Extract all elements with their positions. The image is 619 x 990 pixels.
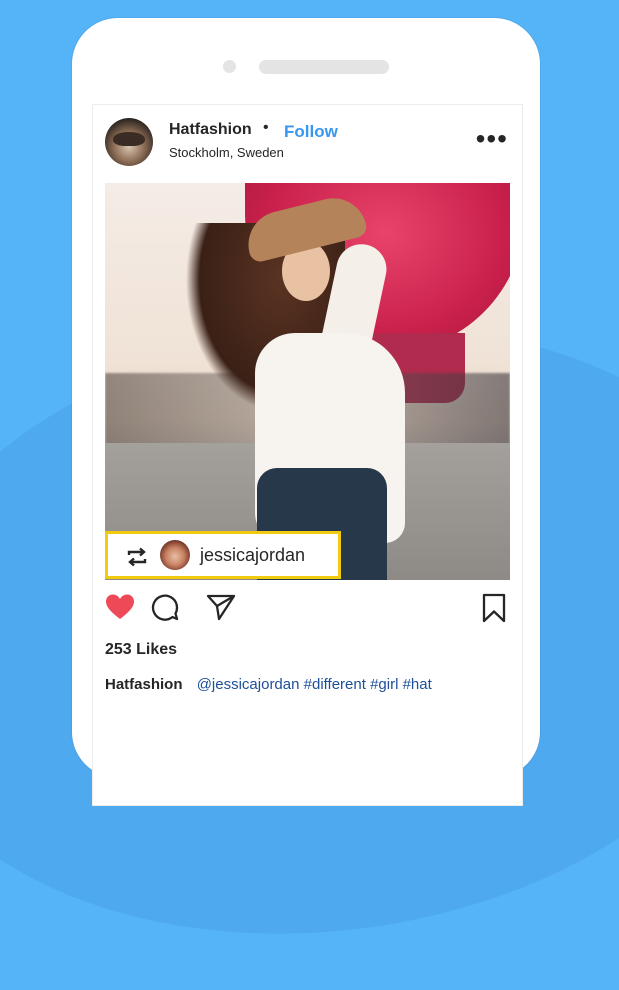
more-icon[interactable]: ••• (476, 125, 508, 153)
likes-count[interactable]: 253 Likes (105, 641, 177, 659)
post-photo[interactable]: jessicajordan (105, 183, 510, 580)
action-bar (93, 593, 522, 633)
repost-tag[interactable]: jessicajordan (105, 531, 341, 579)
repost-icon (124, 547, 150, 572)
separator-dot: • (263, 119, 269, 136)
bookmark-icon[interactable] (481, 593, 507, 628)
comment-icon[interactable] (150, 593, 180, 628)
username-link[interactable]: Hatfashion (169, 121, 252, 139)
post-card: Hatfashion • Follow Stockholm, Sweden ••… (92, 104, 523, 806)
follow-button[interactable]: Follow (284, 122, 338, 142)
phone-frame: Hatfashion • Follow Stockholm, Sweden ••… (72, 18, 540, 806)
post-header: Hatfashion • Follow Stockholm, Sweden ••… (93, 105, 522, 183)
phone-camera (223, 60, 236, 73)
tagged-username[interactable]: jessicajordan (200, 545, 305, 566)
share-icon[interactable] (206, 593, 236, 626)
caption: Hatfashion @jessicajordan #different #gi… (105, 676, 432, 693)
phone-speaker (259, 60, 389, 74)
avatar[interactable] (105, 118, 153, 166)
tagged-user-avatar[interactable] (160, 540, 190, 570)
location-link[interactable]: Stockholm, Sweden (169, 145, 284, 160)
heart-icon[interactable] (105, 593, 135, 626)
avatar-hat-graphic (113, 132, 145, 146)
caption-username[interactable]: Hatfashion (105, 676, 183, 693)
caption-text[interactable]: @jessicajordan #different #girl #hat (197, 676, 432, 693)
